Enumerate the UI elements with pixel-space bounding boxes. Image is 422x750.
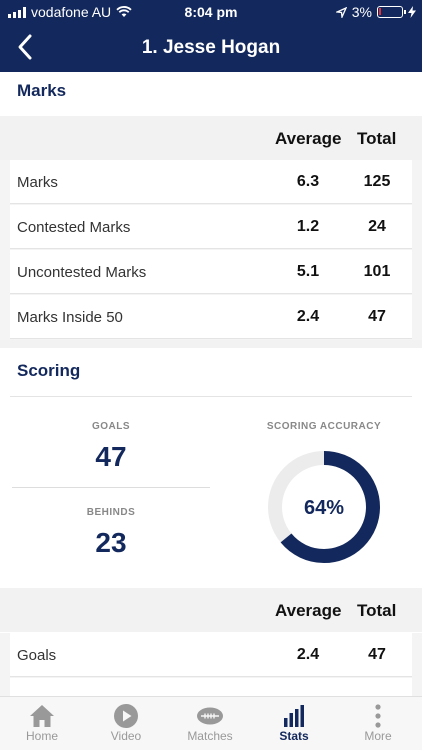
home-icon: [30, 705, 54, 727]
row-total: 47: [368, 308, 386, 325]
battery-icon: [377, 6, 406, 18]
behinds-label: BEHINDS: [86, 507, 136, 518]
tab-more[interactable]: More: [336, 697, 420, 750]
tab-stats[interactable]: Stats: [252, 697, 336, 750]
row-total: 24: [368, 218, 386, 235]
row-average: 1.2: [296, 218, 320, 235]
tab-label: Video: [110, 729, 142, 743]
row-total: 47: [368, 646, 386, 663]
table-row: Marks 6.3 125: [0, 160, 422, 205]
table-row: Goals 2.4 47: [0, 633, 422, 678]
row-label: Goals: [17, 647, 57, 664]
row-label: Marks Inside 50: [17, 309, 123, 326]
tab-home[interactable]: Home: [0, 697, 84, 750]
scoring-accuracy-label: SCORING ACCURACY: [266, 421, 382, 432]
marks-table-header: Average Total: [0, 116, 422, 160]
row-label: Marks: [17, 174, 58, 191]
charging-icon: [408, 6, 416, 18]
row-total: 125: [363, 173, 391, 190]
row-average: 2.4: [296, 308, 320, 325]
row-total: 101: [363, 263, 391, 280]
location-arrow-icon: [335, 6, 347, 18]
more-vertical-icon: [375, 704, 381, 728]
tab-matches[interactable]: Matches: [168, 697, 252, 750]
tab-label: Stats: [279, 729, 309, 743]
table-row: Uncontested Marks 5.1 101: [0, 250, 422, 295]
scoring-heading: Scoring: [0, 348, 422, 396]
scoring-table-header: Average Total: [0, 588, 422, 632]
play-icon: [114, 704, 138, 728]
marks-heading: Marks: [0, 72, 422, 114]
tab-label: Matches: [187, 729, 233, 743]
average-column-header: Average: [275, 129, 342, 148]
behinds-value: 23: [95, 527, 127, 558]
battery-percent: 3%: [351, 4, 372, 20]
row-label: Contested Marks: [17, 219, 131, 236]
row-average: 5.1: [296, 263, 320, 280]
table-row: Marks Inside 50 2.4 47: [0, 295, 422, 340]
stat-divider: [12, 487, 210, 488]
goals-value: 47: [95, 441, 127, 472]
table-row: Contested Marks 1.2 24: [0, 205, 422, 250]
page-title: 1. Jesse Hogan: [141, 37, 281, 58]
total-column-header: Total: [357, 129, 397, 148]
scoring-accuracy-value: 64%: [304, 497, 344, 519]
row-average: 6.3: [296, 173, 320, 190]
status-bar: vodafone AU 8:04 pm 3%: [0, 0, 422, 24]
total-column-header: Total: [357, 601, 397, 620]
bottom-tab-bar: Home Video Matches Stats More: [0, 696, 422, 750]
average-column-header: Average: [275, 601, 342, 620]
bar-chart-icon: [284, 705, 304, 727]
tab-label: Home: [25, 729, 58, 743]
scoring-summary-card: GOALS 47 BEHINDS 23 SCORING ACCURACY 64%: [10, 396, 412, 588]
football-icon: [197, 707, 223, 725]
tab-video[interactable]: Video: [84, 697, 168, 750]
row-label: Uncontested Marks: [17, 264, 147, 281]
section-divider: [0, 340, 422, 348]
tab-label: More: [364, 729, 392, 743]
scoring-accuracy-donut: 64%: [268, 451, 380, 563]
goals-label: GOALS: [91, 421, 131, 432]
row-average: 2.4: [296, 646, 320, 663]
header: vodafone AU 8:04 pm 3% 1. Jesse Hogan: [0, 0, 422, 72]
